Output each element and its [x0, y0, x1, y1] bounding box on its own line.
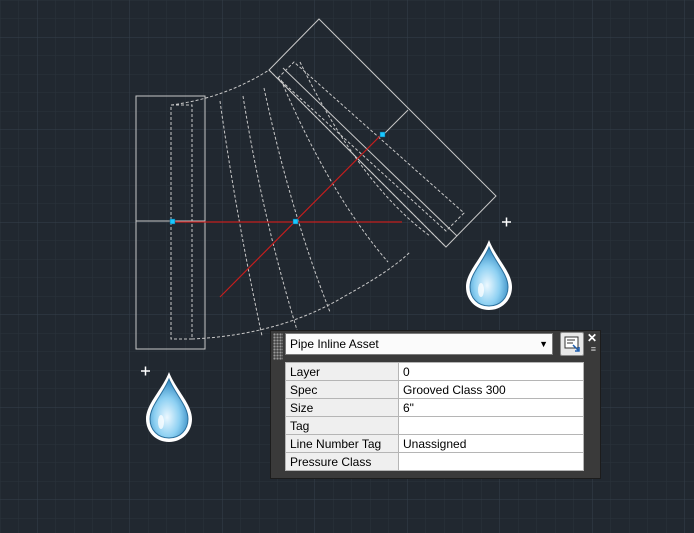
palette-menu-icon[interactable]: ≡: [591, 345, 596, 354]
grip-point-top[interactable]: [379, 131, 386, 138]
property-label: Size: [285, 398, 399, 417]
object-type-selector[interactable]: Pipe Inline Asset ▼: [285, 333, 553, 355]
property-label: Layer: [285, 362, 399, 381]
grip-point-center[interactable]: [292, 218, 299, 225]
quick-properties-palette: Pipe Inline Asset ▼ ✕ ≡ Layer 0 Spec Gro…: [270, 330, 601, 479]
close-icon[interactable]: ✕: [587, 331, 597, 345]
property-value[interactable]: Grooved Class 300: [398, 380, 584, 399]
property-value[interactable]: Unassigned: [398, 434, 584, 453]
property-label: Spec: [285, 380, 399, 399]
grip-point-left[interactable]: [169, 218, 176, 225]
property-label: Pressure Class: [285, 452, 399, 471]
quick-select-icon: [564, 336, 580, 352]
table-row[interactable]: Pressure Class: [285, 452, 584, 471]
table-row[interactable]: Spec Grooved Class 300: [285, 380, 584, 399]
object-type-value: Pipe Inline Asset: [290, 337, 379, 351]
property-value[interactable]: [398, 452, 584, 471]
table-row[interactable]: Line Number Tag Unassigned: [285, 434, 584, 453]
table-row[interactable]: Layer 0: [285, 362, 584, 381]
property-value[interactable]: 6": [398, 398, 584, 417]
property-value[interactable]: 0: [398, 362, 584, 381]
property-value[interactable]: [398, 416, 584, 435]
property-label: Line Number Tag: [285, 434, 399, 453]
quick-select-button[interactable]: [560, 332, 584, 356]
chevron-down-icon[interactable]: ▼: [539, 334, 548, 354]
properties-table: Layer 0 Spec Grooved Class 300 Size 6" T…: [285, 362, 584, 471]
table-row[interactable]: Size 6": [285, 398, 584, 417]
table-row[interactable]: Tag: [285, 416, 584, 435]
property-label: Tag: [285, 416, 399, 435]
palette-grip-handle[interactable]: [273, 333, 283, 360]
